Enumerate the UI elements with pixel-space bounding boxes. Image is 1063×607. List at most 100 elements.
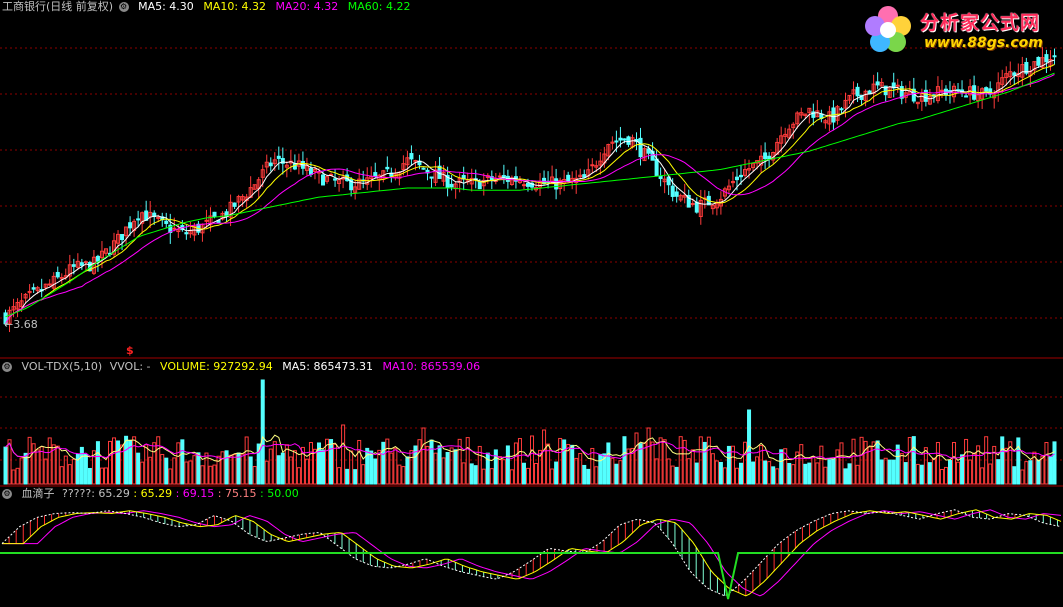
volume-bar — [497, 456, 502, 485]
candle — [895, 84, 900, 87]
volume-bar — [164, 457, 169, 485]
candle — [232, 202, 237, 207]
volume-bar — [931, 457, 936, 485]
indicator-title[interactable]: 血滴子 — [22, 487, 55, 500]
volume-bar — [381, 441, 386, 485]
candle — [429, 176, 434, 179]
volume-bar — [180, 439, 185, 485]
volume-bar — [939, 468, 944, 485]
volume-bar — [188, 460, 193, 485]
candle — [333, 178, 338, 181]
candle — [409, 153, 414, 160]
volume-bar — [879, 459, 884, 485]
volume-bar — [546, 443, 551, 485]
volume-bar — [156, 436, 161, 485]
settings-icon[interactable]: ⚙ — [118, 2, 129, 12]
volume-bar — [610, 457, 615, 485]
volume-bar — [107, 440, 113, 485]
volume-bar — [393, 447, 398, 485]
settings-icon[interactable]: ⚙ — [2, 489, 12, 499]
volume-bar — [562, 439, 567, 485]
candle — [308, 168, 313, 175]
candle — [521, 184, 526, 187]
candle — [497, 175, 502, 178]
volume-bar — [385, 438, 390, 485]
volume-bar — [738, 462, 744, 485]
ma10-readout: MA10: 4.32 — [203, 0, 267, 13]
volume-bar — [264, 460, 269, 485]
candle — [654, 158, 659, 177]
candle — [674, 191, 679, 197]
volume-bar — [160, 453, 165, 485]
volume-bar — [1044, 442, 1049, 485]
volume-bar — [47, 437, 52, 485]
volume-bar — [767, 461, 772, 485]
volume-bar — [421, 427, 426, 485]
volume-bar — [578, 452, 583, 485]
candle — [268, 162, 273, 167]
volume-bar — [132, 436, 137, 485]
ind-value-3: : 69.15 — [175, 487, 215, 500]
volume-bar — [341, 424, 346, 485]
volume-bar — [79, 446, 84, 485]
volume-bar — [823, 466, 828, 485]
volume-bar — [39, 446, 44, 485]
volume-bar — [662, 439, 667, 485]
volume-bar — [935, 442, 940, 485]
volume-bar — [871, 441, 876, 485]
volume-bar — [144, 444, 149, 485]
candle — [923, 89, 928, 102]
volume-bar — [292, 450, 297, 485]
volume-bar — [819, 445, 824, 485]
volume-bar — [642, 442, 647, 485]
volume-bar — [35, 449, 40, 485]
volume-bar — [907, 437, 912, 485]
volume-bar — [947, 460, 953, 485]
volume-bar — [397, 464, 402, 485]
stock-chart[interactable] — [0, 0, 1063, 607]
volume-bar — [1052, 441, 1057, 485]
candle — [83, 261, 88, 264]
volume-bar — [329, 439, 334, 485]
volume-bar — [887, 459, 892, 485]
candle — [79, 262, 84, 266]
candle — [385, 166, 390, 170]
candle — [626, 136, 631, 145]
volume-bar — [694, 462, 699, 485]
volume-bar — [570, 444, 575, 485]
volume-bar — [469, 463, 474, 485]
volume-bar — [1036, 459, 1041, 485]
vol-title[interactable]: VOL-TDX(5,10) — [22, 360, 103, 373]
candle — [690, 202, 695, 205]
volume-bar — [722, 467, 727, 485]
volume-bar — [373, 458, 378, 485]
volume-bar — [763, 460, 768, 485]
volume-bar — [308, 442, 313, 485]
volume-bar — [103, 467, 108, 485]
volume-bar — [59, 466, 64, 485]
volume-bar — [240, 453, 245, 485]
volume-bar — [124, 435, 129, 485]
candle — [477, 180, 482, 190]
volume-bar — [200, 465, 205, 485]
volume-bar — [112, 437, 117, 485]
volume-bar — [534, 462, 539, 485]
volume-bar — [771, 466, 776, 485]
watermark-brand: 分析家公式网 — [920, 12, 1041, 34]
volume-bar — [851, 438, 856, 485]
volume-bar — [55, 445, 60, 485]
volume-bar — [803, 463, 808, 485]
candle — [646, 148, 651, 154]
candle — [71, 264, 76, 267]
volume-bar — [172, 457, 177, 485]
volume-panel-header: ⚙ VOL-TDX(5,10) VVOL: - VOLUME: 927292.9… — [2, 360, 486, 374]
volume-bar — [755, 456, 760, 485]
candle — [55, 271, 60, 278]
volume-bar — [377, 449, 382, 485]
price-title[interactable]: 工商银行(日线 前复权) — [2, 0, 113, 13]
watermark-logo: 分析家公式网 www.88gs.com — [862, 4, 1062, 56]
volume-bar — [15, 467, 20, 485]
volume-bar — [670, 465, 675, 485]
settings-icon[interactable]: ⚙ — [2, 362, 12, 372]
volume-bar — [1048, 456, 1053, 485]
